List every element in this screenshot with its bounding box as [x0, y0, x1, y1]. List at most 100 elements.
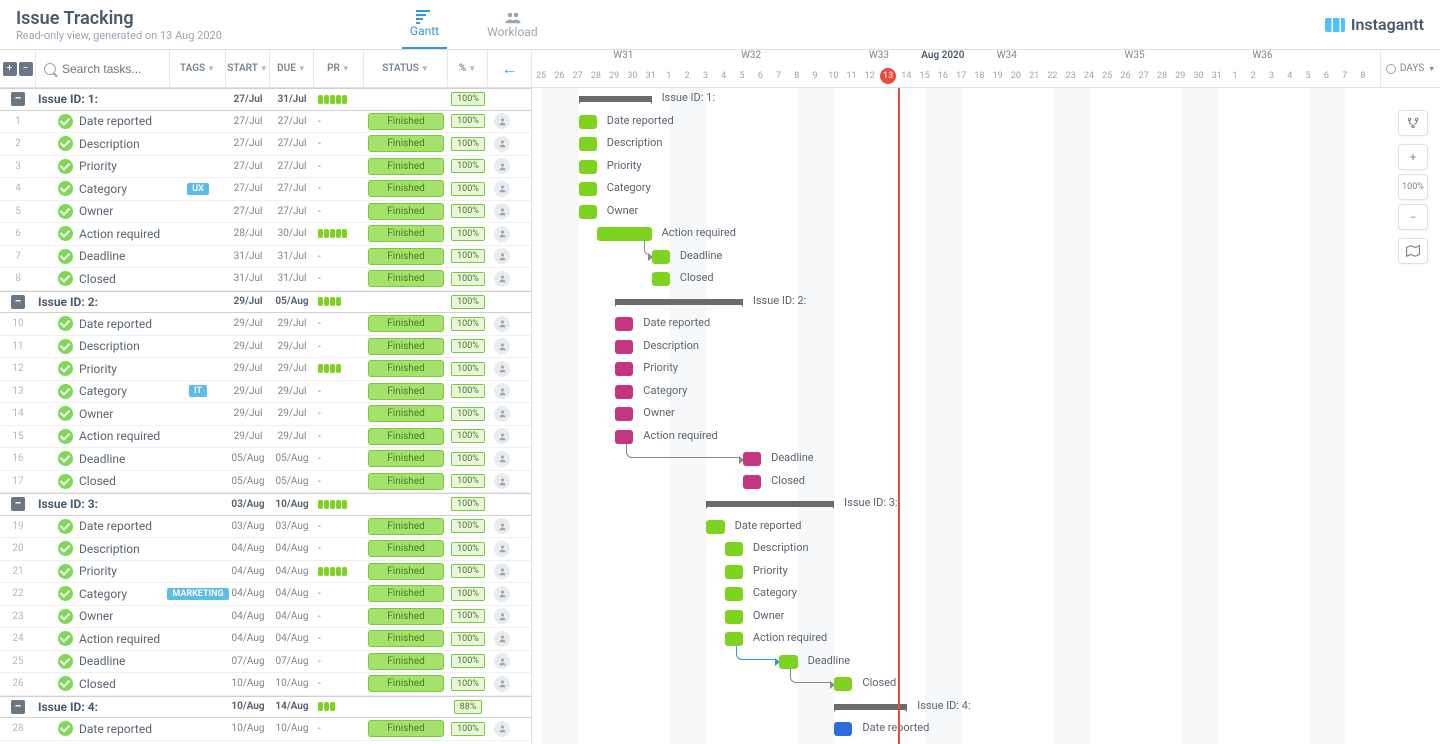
task-row[interactable]: 6Action required28/Jul30/JulFinished100%	[0, 223, 531, 246]
col-header-due[interactable]: DUE▼	[270, 50, 314, 87]
section-row[interactable]: −Issue ID: 2:29/Jul05/Aug100%	[0, 291, 531, 314]
task-name-cell[interactable]: Deadline	[36, 654, 170, 669]
assignee-cell[interactable]	[488, 608, 516, 624]
gantt-task-row[interactable]: Date reported	[532, 313, 1440, 336]
gantt-task-bar[interactable]	[743, 475, 761, 489]
gantt-task-bar[interactable]	[597, 227, 652, 241]
gantt-task-row[interactable]: Deadline	[532, 246, 1440, 269]
task-row[interactable]: 1Date reported27/Jul27/Jul-Finished100%	[0, 111, 531, 134]
gantt-task-row[interactable]: Priority	[532, 561, 1440, 584]
task-name-cell[interactable]: Issue ID: 2:	[36, 295, 170, 309]
gantt-task-bar[interactable]	[579, 115, 597, 129]
task-row[interactable]: 22CategoryMARKETING04/Aug04/Aug-Finished…	[0, 583, 531, 606]
gantt-task-row[interactable]: Priority	[532, 358, 1440, 381]
gantt-task-row[interactable]: Category	[532, 583, 1440, 606]
task-name-cell[interactable]: Closed	[36, 474, 170, 489]
task-row[interactable]: 16Deadline05/Aug05/Aug-Finished100%	[0, 448, 531, 471]
task-name-cell[interactable]: Category	[36, 384, 170, 399]
gantt-task-row[interactable]: Date reported	[532, 718, 1440, 741]
assignee-cell[interactable]	[488, 338, 516, 354]
task-name-cell[interactable]: Closed	[36, 676, 170, 691]
gantt-task-bar[interactable]	[615, 385, 633, 399]
gantt-task-bar[interactable]	[725, 565, 743, 579]
task-name-cell[interactable]: Description	[36, 541, 170, 556]
gantt-task-row[interactable]: Description	[532, 538, 1440, 561]
assignee-cell[interactable]	[488, 361, 516, 377]
gantt-summary-bar[interactable]	[706, 501, 834, 507]
col-header-start[interactable]: START▼	[226, 50, 270, 87]
assignee-cell[interactable]	[488, 676, 516, 692]
gantt-task-bar[interactable]	[652, 272, 670, 286]
gantt-task-bar[interactable]	[725, 610, 743, 624]
gantt-summary-row[interactable]: Issue ID: 2:	[532, 291, 1440, 314]
task-name-cell[interactable]: Closed	[36, 271, 170, 286]
task-row[interactable]: 4CategoryUX27/Jul27/Jul-Finished100%	[0, 178, 531, 201]
gantt-task-bar[interactable]	[615, 430, 633, 444]
gantt-task-bar[interactable]	[743, 452, 761, 466]
assignee-cell[interactable]	[488, 541, 516, 557]
gantt-task-row[interactable]: Closed	[532, 268, 1440, 291]
task-name-cell[interactable]: Owner	[36, 204, 170, 219]
gantt-task-row[interactable]: Deadline	[532, 448, 1440, 471]
gantt-task-bar[interactable]	[779, 655, 797, 669]
assignee-cell[interactable]	[488, 136, 516, 152]
task-name-cell[interactable]: Issue ID: 3:	[36, 497, 170, 511]
gantt-task-bar[interactable]	[615, 407, 633, 421]
task-row[interactable]: 24Action required04/Aug04/Aug-Finished10…	[0, 628, 531, 651]
collapse-section-button[interactable]: −	[11, 497, 25, 511]
gantt-task-row[interactable]: Date reported	[532, 516, 1440, 539]
gantt-task-row[interactable]: Category	[532, 178, 1440, 201]
task-row[interactable]: 2Description27/Jul27/Jul-Finished100%	[0, 133, 531, 156]
task-name-cell[interactable]: Priority	[36, 361, 170, 376]
gantt-summary-bar[interactable]	[834, 704, 907, 710]
task-name-cell[interactable]: Issue ID: 1:	[36, 92, 170, 106]
task-row[interactable]: 11Description29/Jul29/Jul-Finished100%	[0, 336, 531, 359]
gantt-task-bar[interactable]	[615, 317, 633, 331]
task-row[interactable]: 23Owner04/Aug04/Aug-Finished100%	[0, 606, 531, 629]
task-name-cell[interactable]: Category	[36, 181, 170, 196]
assignee-cell[interactable]	[488, 563, 516, 579]
task-row[interactable]: 21Priority04/Aug04/AugFinished100%	[0, 561, 531, 584]
assignee-cell[interactable]	[488, 181, 516, 197]
task-row[interactable]: 20Description04/Aug04/Aug-Finished100%	[0, 538, 531, 561]
gantt-task-bar[interactable]	[615, 362, 633, 376]
collapse-section-button[interactable]: −	[11, 295, 25, 309]
assignee-cell[interactable]	[488, 383, 516, 399]
assignee-cell[interactable]	[488, 631, 516, 647]
task-row[interactable]: 19Date reported03/Aug03/Aug-Finished100%	[0, 516, 531, 539]
assignee-cell[interactable]	[488, 406, 516, 422]
gantt-task-row[interactable]: Action required	[532, 628, 1440, 651]
gantt-task-bar[interactable]	[579, 137, 597, 151]
gantt-task-bar[interactable]	[579, 182, 597, 196]
task-row[interactable]: 10Date reported29/Jul29/Jul-Finished100%	[0, 313, 531, 336]
assignee-cell[interactable]	[488, 451, 516, 467]
task-name-cell[interactable]: Issue ID: 4:	[36, 700, 170, 714]
gantt-summary-bar[interactable]	[615, 299, 743, 305]
assignee-cell[interactable]	[488, 248, 516, 264]
task-row[interactable]: 28Date reported10/Aug10/Aug-Finished100%	[0, 718, 531, 741]
gantt-task-row[interactable]: Description	[532, 336, 1440, 359]
minimap-button[interactable]	[1398, 238, 1428, 264]
assignee-cell[interactable]	[488, 226, 516, 242]
assignee-cell[interactable]	[488, 473, 516, 489]
collapse-all-button[interactable]: −	[19, 62, 33, 76]
collapse-section-button[interactable]: −	[11, 92, 25, 106]
gantt-task-bar[interactable]	[834, 677, 852, 691]
gantt-task-bar[interactable]	[725, 542, 743, 556]
brand-logo[interactable]: Instagantt	[1325, 15, 1424, 34]
gantt-summary-row[interactable]: Issue ID: 1:	[532, 88, 1440, 111]
search-field[interactable]	[36, 50, 170, 87]
task-name-cell[interactable]: Date reported	[36, 519, 170, 534]
task-name-cell[interactable]: Owner	[36, 406, 170, 421]
gantt-summary-row[interactable]: Issue ID: 3:	[532, 493, 1440, 516]
gantt-summary-row[interactable]: Issue ID: 4:	[532, 696, 1440, 719]
section-row[interactable]: −Issue ID: 4:10/Aug14/Aug88%	[0, 696, 531, 719]
task-name-cell[interactable]: Date reported	[36, 316, 170, 331]
timescale-button[interactable]: DAYS ▼	[1380, 50, 1440, 87]
task-name-cell[interactable]: Category	[36, 586, 170, 601]
task-row[interactable]: 15Action required29/Jul29/Jul-Finished10…	[0, 426, 531, 449]
task-name-cell[interactable]: Description	[36, 136, 170, 151]
task-row[interactable]: 17Closed05/Aug05/Aug-Finished100%	[0, 471, 531, 494]
task-name-cell[interactable]: Action required	[36, 631, 170, 646]
assignee-cell[interactable]	[488, 653, 516, 669]
